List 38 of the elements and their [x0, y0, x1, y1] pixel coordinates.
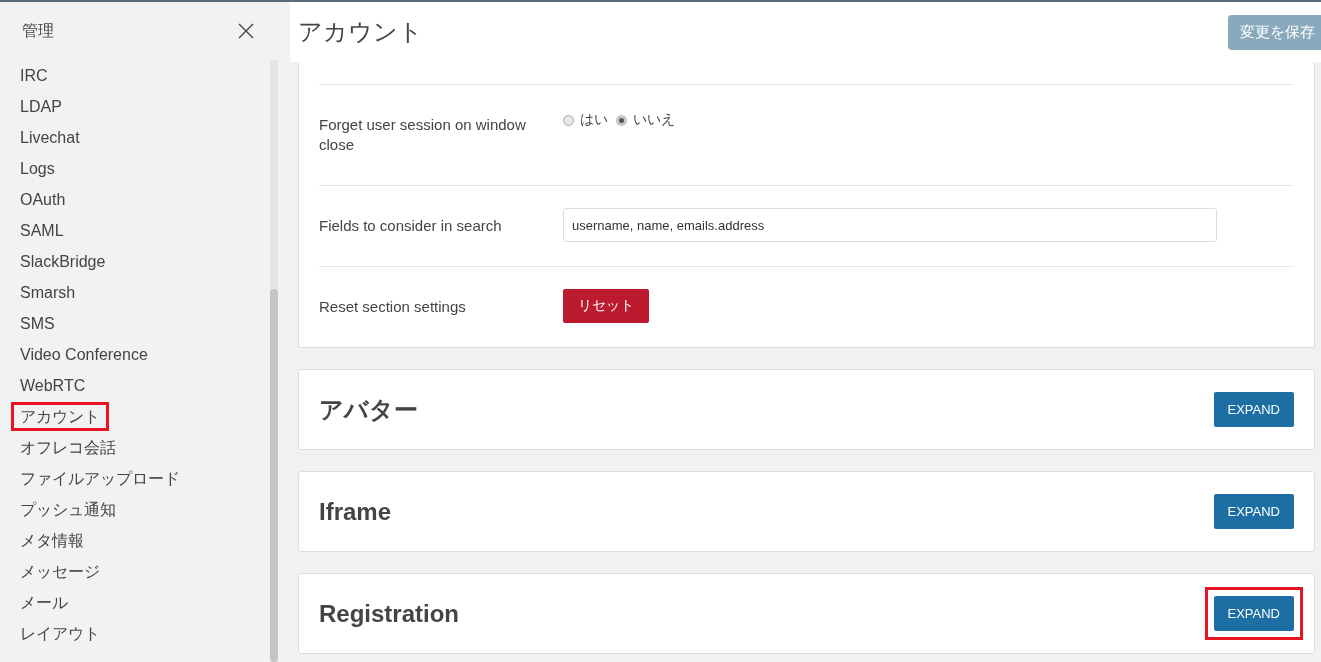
sidebar-item[interactable]: プッシュ通知	[11, 495, 125, 524]
sidebar-item[interactable]: LDAP	[11, 92, 71, 121]
section-title: アバター	[319, 394, 418, 425]
sidebar-item[interactable]: Smarsh	[11, 278, 85, 307]
sidebar-title: 管理	[22, 20, 54, 41]
reset-button[interactable]: リセット	[563, 288, 649, 323]
expand-button[interactable]: EXPAND	[1213, 596, 1294, 631]
page-title: アカウント	[298, 17, 423, 47]
sidebar-item[interactable]: レイアウト	[11, 619, 109, 648]
radio-button[interactable]	[563, 114, 574, 126]
radio-label: いいえ	[633, 111, 675, 129]
sidebar-item[interactable]: アカウント	[11, 402, 109, 431]
expand-button[interactable]: EXPAND	[1213, 494, 1294, 529]
sidebar-item[interactable]: メッセージ	[11, 557, 109, 586]
setting-label: Forget user session on window close	[319, 115, 527, 155]
radio-button[interactable]	[616, 114, 627, 126]
expand-button[interactable]: EXPAND	[1213, 392, 1294, 427]
scrollbar[interactable]	[270, 60, 278, 662]
sidebar-item[interactable]: SAML	[11, 216, 73, 245]
sidebar-item[interactable]: IRC	[11, 61, 57, 90]
sidebar-item[interactable]: SMS	[11, 309, 64, 338]
setting-label: Fields to consider in search	[319, 216, 503, 236]
sidebar-item[interactable]: Livechat	[11, 123, 89, 152]
input-field[interactable]: username, name, emails.address	[563, 208, 1217, 242]
sidebar-item[interactable]: オフレコ会話	[11, 433, 125, 462]
sidebar-item[interactable]: Logs	[11, 154, 64, 183]
sidebar-item[interactable]: Video Conference	[11, 340, 157, 369]
sidebar-item[interactable]: ファイルアップロード	[11, 464, 189, 493]
section-title: Iframe	[319, 497, 392, 526]
setting-label: Reset section settings	[319, 297, 467, 317]
section-title: Registration	[319, 599, 459, 628]
sidebar-item[interactable]: WebRTC	[11, 371, 95, 400]
sidebar-item[interactable]: メール	[11, 588, 77, 617]
close-button[interactable]	[238, 23, 254, 39]
sidebar-item[interactable]: SlackBridge	[11, 247, 115, 276]
sidebar-item[interactable]: OAuth	[11, 185, 75, 214]
radio-label: はい	[580, 111, 608, 129]
sidebar-item[interactable]: メタ情報	[11, 526, 93, 555]
